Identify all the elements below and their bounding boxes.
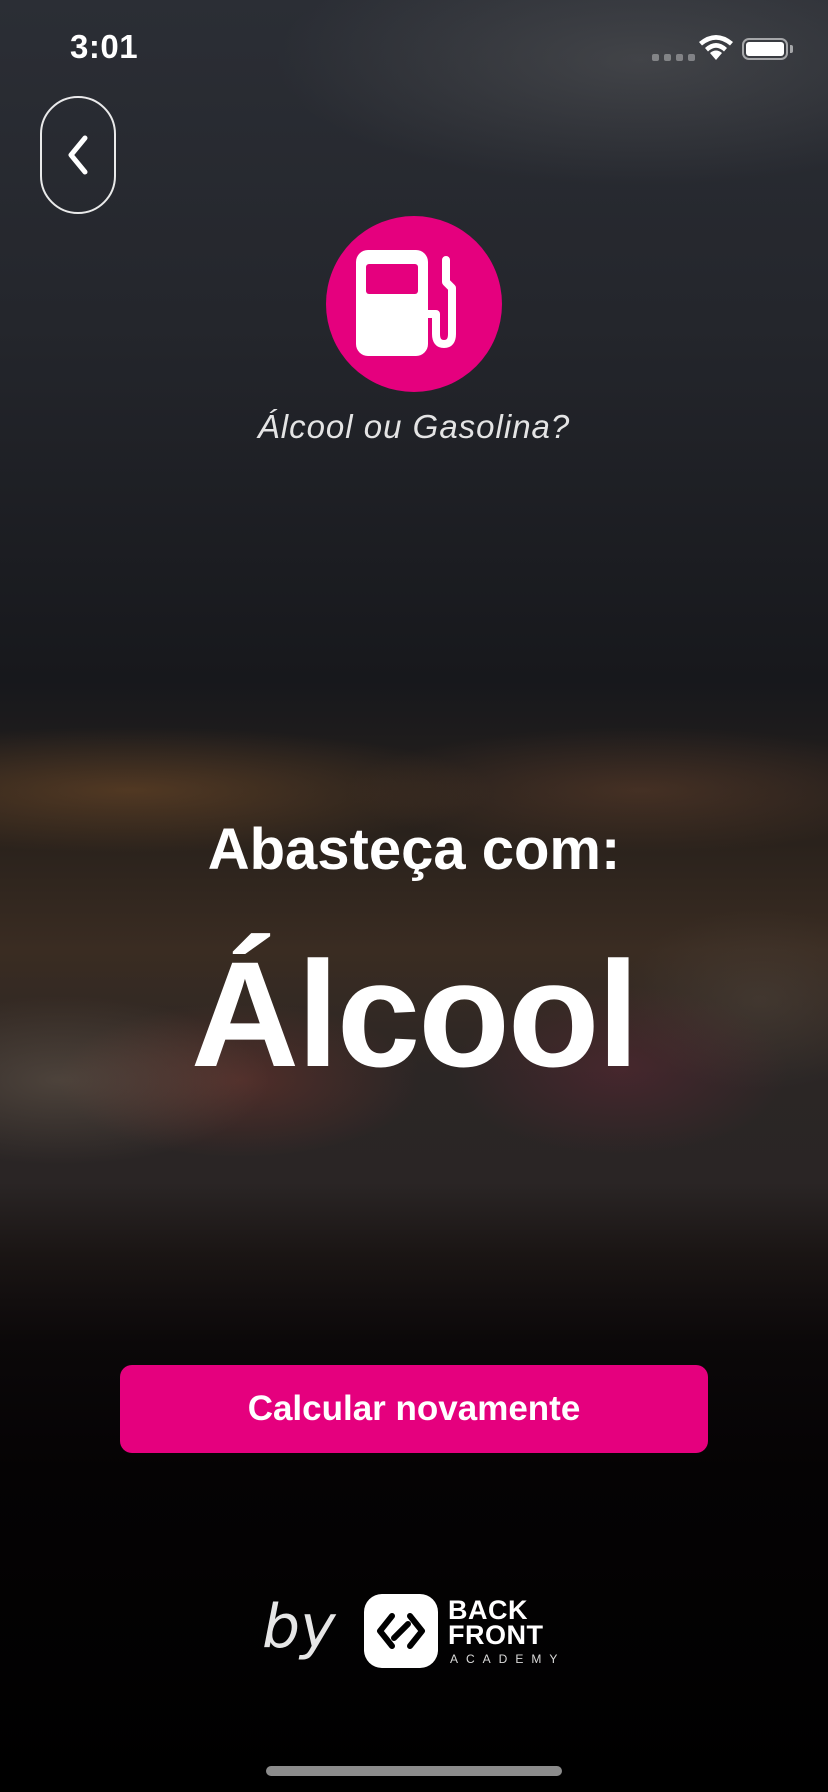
wifi-icon [699, 35, 733, 60]
result-label: Abasteça com: [207, 817, 621, 882]
app-logo [326, 216, 502, 392]
status-time: 3:01 [70, 28, 139, 65]
by-text: by [262, 1592, 336, 1662]
brand-name-front: FRONT [448, 1620, 544, 1650]
home-indicator[interactable] [266, 1766, 562, 1776]
cellular-signal-icon [652, 54, 695, 61]
app-title: Álcool ou Gasolina? [257, 408, 571, 445]
back-button[interactable] [40, 96, 116, 214]
result-screen: 3:01 Álcool ou Gasolina? Abasteça com: Á… [0, 0, 828, 1792]
recalculate-button[interactable]: Calcular novamente [120, 1365, 708, 1453]
result-fuel: Álcool [190, 930, 639, 1098]
backfront-logo-icon [364, 1594, 438, 1668]
battery-cap [790, 45, 793, 53]
fuel-pump-icon [356, 250, 456, 356]
chevron-left-icon [68, 135, 88, 175]
battery-icon [742, 38, 788, 60]
brand-name-academy: ACADEMY [450, 1652, 566, 1666]
